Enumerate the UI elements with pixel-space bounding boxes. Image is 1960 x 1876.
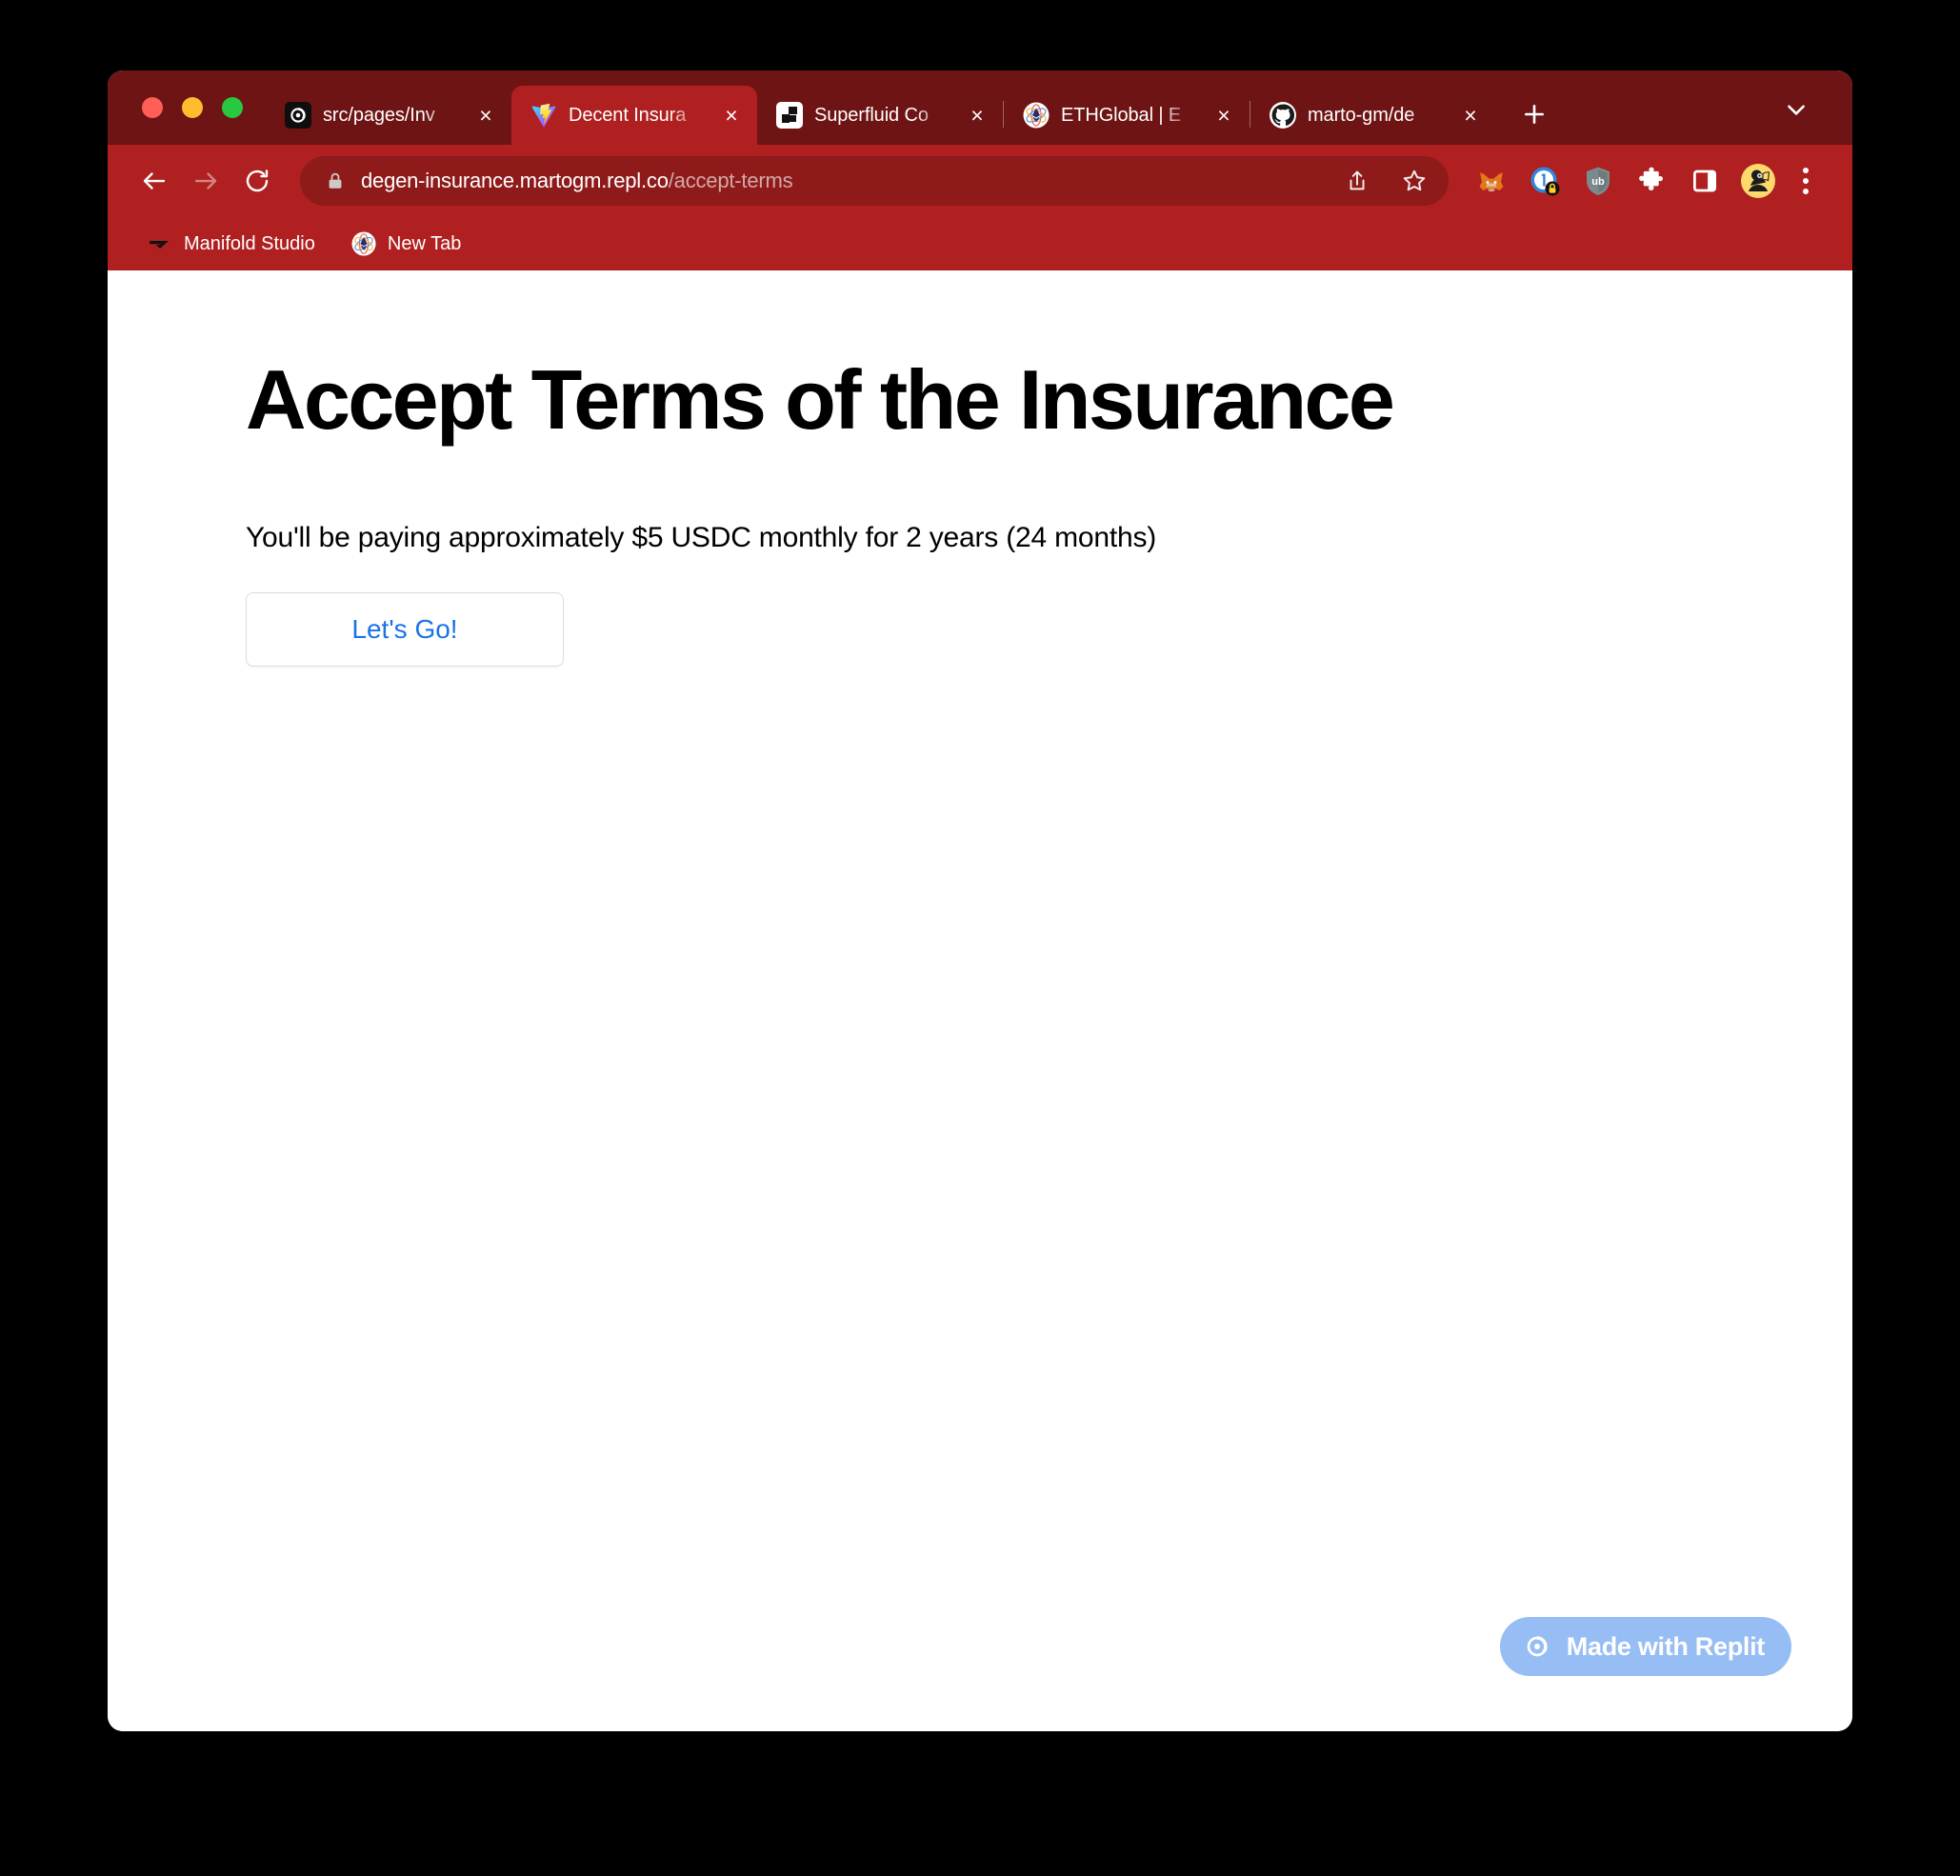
reload-button[interactable] [231, 155, 283, 207]
three-dot-menu-icon[interactable] [1788, 163, 1824, 199]
tab-close-button[interactable]: × [1458, 103, 1483, 128]
browser-window: src/pages/Inv × Decent Insura × Superflu… [108, 70, 1852, 1731]
tab-title: marto-gm/de [1308, 104, 1415, 126]
page-body: Accept Terms of the Insurance You'll be … [108, 270, 1852, 668]
tab-close-button[interactable]: × [965, 103, 990, 128]
tab-title: Superfluid Co [814, 104, 929, 126]
badge-label: Made with Replit [1566, 1631, 1766, 1661]
tab-close-button[interactable]: × [719, 103, 744, 128]
minimize-window-button[interactable] [182, 97, 203, 118]
page-title: Accept Terms of the Insurance [246, 352, 1395, 447]
arrow-left-icon [143, 172, 166, 190]
github-icon [1270, 102, 1296, 129]
bookmark-manifold-studio[interactable]: Manifold Studio [136, 225, 327, 263]
share-icon[interactable] [1336, 160, 1378, 202]
metamask-icon[interactable] [1473, 163, 1510, 199]
url-host: degen-insurance.martogm.repl.co [361, 169, 669, 192]
vite-icon [530, 102, 557, 129]
replit-icon [1521, 1630, 1553, 1663]
url-text: degen-insurance.martogm.repl.co/accept-t… [361, 169, 1321, 193]
tab-decent-insurance[interactable]: Decent Insura × [511, 86, 757, 145]
bookmark-new-tab[interactable]: New Tab [340, 225, 472, 263]
tab-close-button[interactable]: × [1211, 103, 1236, 128]
side-panel-icon[interactable] [1687, 163, 1723, 199]
tab-title: src/pages/Inv [323, 104, 435, 126]
manifold-icon [148, 231, 172, 256]
tab-github-repo[interactable]: marto-gm/de × [1250, 86, 1496, 145]
maximize-window-button[interactable] [222, 97, 243, 118]
close-window-button[interactable] [142, 97, 163, 118]
extension-icons: ub [1473, 163, 1776, 199]
tab-title: ETHGlobal | E [1061, 104, 1182, 126]
superfluid-icon [776, 102, 803, 129]
browser-toolbar: degen-insurance.martogm.repl.co/accept-t… [108, 145, 1852, 217]
tab-close-button[interactable]: × [473, 103, 498, 128]
back-button[interactable] [129, 155, 180, 207]
profile-avatar-icon[interactable] [1740, 163, 1776, 199]
bookmark-label: Manifold Studio [184, 232, 315, 254]
ethglobal-icon [1023, 102, 1050, 129]
address-bar[interactable]: degen-insurance.martogm.repl.co/accept-t… [300, 156, 1449, 206]
arrow-right-icon [194, 172, 217, 190]
policy-summary-text: You'll be paying approximately $5 USDC m… [246, 522, 1157, 554]
svg-text:ub: ub [1591, 176, 1605, 188]
reload-icon [246, 170, 269, 192]
url-path: /accept-terms [668, 169, 793, 192]
bookmarks-bar: Manifold Studio New Tab [108, 217, 1852, 270]
tab-list: src/pages/Inv × Decent Insura × Superflu… [266, 70, 1559, 145]
tab-src-pages-inv[interactable]: src/pages/Inv × [266, 86, 511, 145]
made-with-replit-badge[interactable]: Made with Replit [1499, 1617, 1791, 1676]
1password-icon[interactable] [1527, 163, 1563, 199]
lock-icon [325, 170, 346, 191]
replit-icon [285, 102, 311, 129]
lets-go-button[interactable]: Let's Go! [246, 592, 564, 668]
forward-button[interactable] [180, 155, 231, 207]
new-tab-button[interactable] [1510, 90, 1559, 139]
tab-strip: src/pages/Inv × Decent Insura × Superflu… [108, 70, 1852, 145]
bookmark-label: New Tab [387, 232, 462, 254]
puzzle-extensions-icon[interactable] [1633, 163, 1670, 199]
tab-search-button[interactable] [1774, 88, 1818, 131]
ublock-origin-icon[interactable]: ub [1580, 163, 1616, 199]
tab-ethglobal[interactable]: ETHGlobal | E × [1004, 86, 1250, 145]
tab-title: Decent Insura [569, 104, 687, 126]
window-traffic-lights [108, 70, 266, 145]
chevron-down-icon [1788, 105, 1805, 115]
ethglobal-icon [351, 231, 376, 256]
plus-icon [1525, 105, 1544, 124]
tab-superfluid[interactable]: Superfluid Co × [757, 86, 1003, 145]
star-icon[interactable] [1393, 160, 1435, 202]
page-content: Accept Terms of the Insurance You'll be … [108, 270, 1852, 1731]
